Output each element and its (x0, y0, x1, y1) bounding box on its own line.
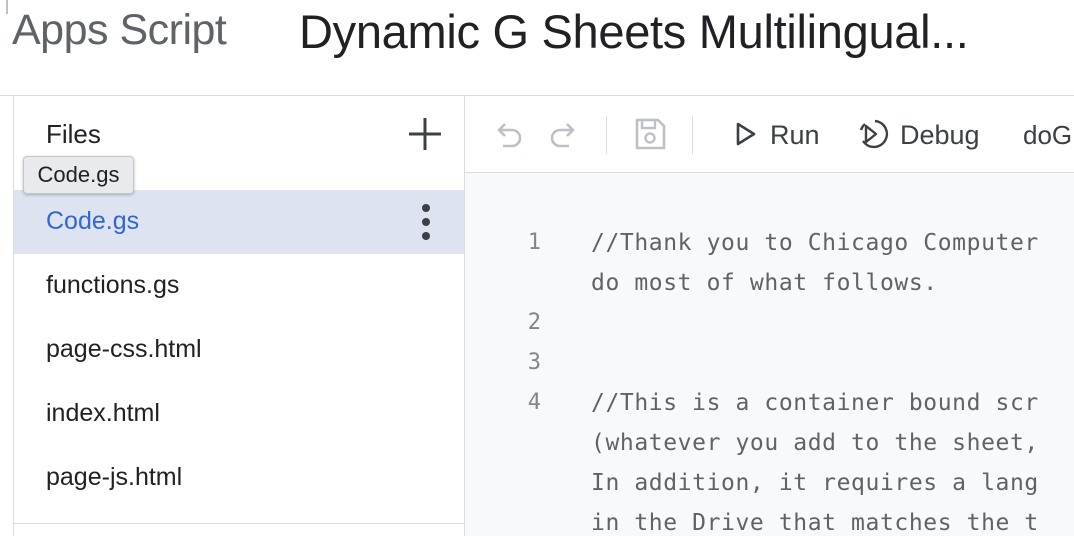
toolbar-separator (692, 116, 693, 154)
editor-toolbar: Run Debug doG (465, 96, 1074, 173)
undo-icon (497, 123, 522, 148)
redo-icon (550, 123, 575, 148)
panel-divider (14, 523, 464, 524)
code-line: //Thank you to Chicago Computer (591, 230, 1039, 256)
plus-icon (409, 118, 441, 150)
code-line: In addition, it requires a lang (591, 470, 1039, 496)
file-tooltip: Code.gs (23, 156, 134, 194)
top-bar: Apps Script Dynamic G Sheets Multilingua… (0, 0, 1074, 96)
debug-label: Debug (900, 120, 980, 150)
more-vert-icon[interactable] (414, 204, 438, 240)
code-line: in the Drive that matches the t (591, 510, 1039, 536)
play-icon (736, 122, 756, 146)
file-item-label: page-js.html (46, 463, 183, 491)
run-label: Run (770, 120, 820, 150)
code-editor[interactable]: 1 2 3 4 //Thank you to Chicago Computer … (465, 173, 1074, 536)
line-number: 2 (527, 310, 541, 335)
add-file-button[interactable] (405, 114, 445, 154)
function-select[interactable]: doG (1023, 120, 1072, 151)
redo-button[interactable] (547, 118, 581, 157)
file-item-label: page-css.html (46, 335, 202, 363)
save-button[interactable] (633, 116, 667, 157)
file-item-functions-gs[interactable]: functions.gs (14, 254, 464, 318)
code-line: (whatever you add to the sheet, (591, 430, 1039, 456)
project-title[interactable]: Dynamic G Sheets Multilingual... (299, 4, 969, 59)
line-number: 3 (527, 350, 541, 375)
code-line: do most of what follows. (591, 270, 938, 296)
undo-button[interactable] (491, 118, 525, 157)
file-item-label: Code.gs (46, 207, 140, 235)
debug-icon (859, 119, 889, 149)
header-edge-mark (0, 0, 8, 14)
code-line: //This is a container bound scr (591, 390, 1039, 416)
line-number: 4 (527, 390, 541, 415)
file-item-label: functions.gs (46, 271, 180, 299)
file-item-page-css-html[interactable]: page-css.html (14, 318, 464, 382)
file-item-label: index.html (46, 399, 160, 427)
files-title: Files (46, 119, 101, 149)
toolbar-separator (606, 116, 607, 154)
file-item-page-js-html[interactable]: page-js.html (14, 446, 464, 510)
save-icon (635, 118, 666, 150)
app-name[interactable]: Apps Script (12, 6, 227, 55)
left-nav-rail (0, 96, 14, 536)
file-item-code-gs[interactable]: Code.gs (14, 190, 464, 254)
file-item-index-html[interactable]: index.html (14, 382, 464, 446)
line-number: 1 (527, 230, 541, 255)
